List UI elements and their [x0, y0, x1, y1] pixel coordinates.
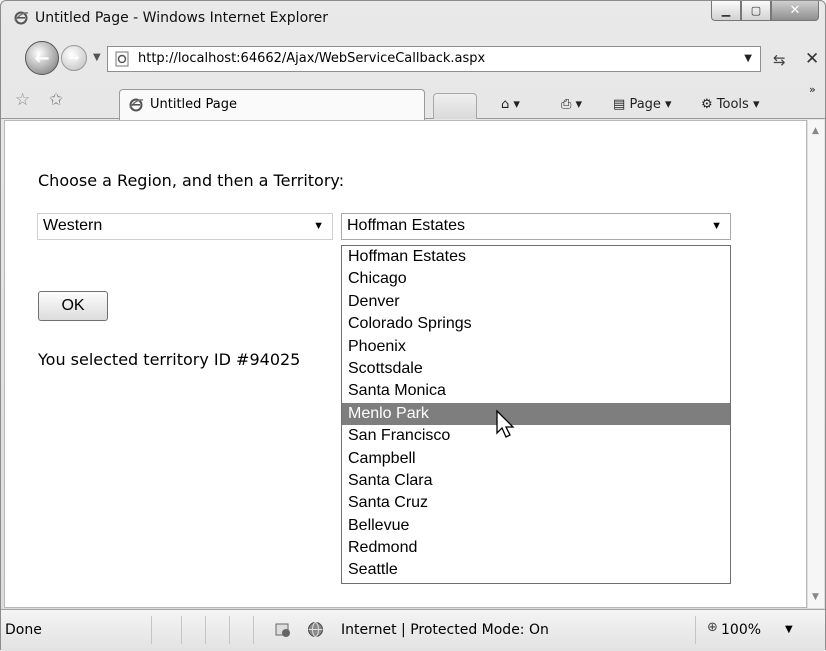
territory-option[interactable]: Hoffman Estates	[342, 246, 730, 268]
gear-icon: ⚙	[701, 97, 713, 112]
status-divider	[181, 616, 182, 644]
page-ie-icon	[115, 51, 129, 67]
tools-menu[interactable]: ⚙ Tools ▾	[701, 97, 760, 112]
scroll-down-icon[interactable]: ▼	[812, 592, 819, 602]
zoom-icon[interactable]: ⊕	[707, 620, 718, 635]
result-text: You selected territory ID #94025	[38, 350, 301, 369]
add-favorites-icon[interactable]: ✩	[49, 90, 63, 110]
territory-select-value: Hoffman Estates	[347, 217, 465, 234]
ok-button[interactable]: OK	[38, 291, 108, 321]
new-tab-button[interactable]	[433, 93, 477, 119]
chevron-down-icon: ▼	[711, 220, 722, 232]
territory-option[interactable]: Denver	[342, 291, 730, 313]
address-bar[interactable]: http://localhost:64662/Ajax/WebServiceCa…	[107, 46, 761, 72]
close-icon: ✕	[789, 3, 801, 18]
security-zone-text[interactable]: Internet | Protected Mode: On	[341, 622, 549, 638]
mouse-cursor-icon	[496, 409, 515, 438]
territory-option[interactable]: Campbell	[342, 448, 730, 470]
territory-option[interactable]: Menlo Park	[342, 402, 730, 426]
home-icon[interactable]: ⌂ ▾	[501, 97, 520, 112]
recent-pages-dropdown-icon[interactable]: ▼	[93, 52, 101, 63]
protected-mode-icon[interactable]	[275, 622, 291, 638]
page-content: Choose a Region, and then a Territory: W…	[4, 120, 807, 608]
tab-untitled-page[interactable]: Untitled Page	[119, 89, 425, 120]
page-menu-label: Page	[629, 97, 661, 112]
territory-option[interactable]: Phoenix	[342, 336, 730, 358]
maximize-icon: ▢	[750, 4, 762, 17]
scroll-up-icon[interactable]: ▲	[812, 126, 819, 136]
territory-option[interactable]: Scottsdale	[342, 358, 730, 380]
status-bar: Done Internet | Protected Mode: On ⊕ 100…	[1, 609, 825, 651]
territory-option[interactable]: San Francisco	[342, 425, 730, 447]
forward-button[interactable]: →	[61, 45, 87, 71]
territory-select[interactable]: Hoffman Estates ▼	[341, 213, 731, 240]
stop-icon[interactable]: ✕	[805, 49, 819, 69]
territory-option[interactable]: Santa Clara	[342, 470, 730, 492]
maximize-button[interactable]: ▢	[741, 1, 771, 21]
command-overflow-icon[interactable]: »	[809, 83, 816, 96]
page-heading: Choose a Region, and then a Territory:	[38, 171, 345, 190]
chevron-down-icon: ▼	[313, 220, 324, 232]
print-icon[interactable]: ⎙ ▾	[561, 97, 582, 112]
ie-tab-icon	[129, 98, 144, 112]
tab-bar: ☆ ✩ Untitled Page ⌂ ▾ ⎙ ▾ ▤ Page ▾ ⚙ Too…	[1, 79, 825, 120]
territory-option[interactable]: Seattle	[342, 559, 730, 581]
territory-option[interactable]: Bellevue	[342, 515, 730, 537]
tab-label: Untitled Page	[150, 97, 238, 112]
page-icon: ▤	[613, 97, 626, 112]
territory-option[interactable]: Chicago	[342, 268, 730, 290]
status-divider	[151, 616, 152, 644]
minimize-button[interactable]: ▁	[711, 1, 741, 21]
navigation-bar: ← → ▼ http://localhost:64662/Ajax/WebSer…	[1, 39, 825, 75]
status-divider	[229, 616, 230, 644]
region-select[interactable]: Western ▼	[37, 213, 333, 240]
tools-menu-label: Tools	[716, 97, 749, 112]
window-title: Untitled Page - Windows Internet Explore…	[35, 10, 328, 26]
title-bar: Untitled Page - Windows Internet Explore…	[1, 1, 825, 37]
status-divider	[253, 616, 254, 644]
page-menu[interactable]: ▤ Page ▾	[613, 97, 672, 112]
favorites-star-icon[interactable]: ☆	[15, 90, 30, 110]
status-text: Done	[5, 622, 42, 638]
ie-logo-icon	[14, 11, 29, 25]
region-select-value: Western	[43, 217, 103, 234]
address-dropdown-icon[interactable]: ▼	[744, 53, 752, 64]
refresh-icon[interactable]: ⇆	[773, 51, 786, 69]
minimize-icon: ▁	[721, 4, 731, 17]
back-arrow-icon: ←	[34, 47, 50, 69]
browser-window: Untitled Page - Windows Internet Explore…	[0, 0, 826, 651]
back-button[interactable]: ←	[25, 41, 59, 75]
status-divider	[205, 616, 206, 644]
forward-arrow-icon: →	[68, 50, 80, 66]
territory-dropdown-list[interactable]: Hoffman Estates Chicago Denver Colorado Spr…	[341, 245, 731, 584]
territory-option[interactable]: Redmond	[342, 537, 730, 559]
zoom-dropdown-icon[interactable]: ▼	[785, 624, 793, 635]
zoom-level[interactable]: 100%	[721, 622, 761, 638]
territory-option[interactable]: Colorado Springs	[342, 313, 730, 335]
internet-globe-icon	[308, 622, 323, 637]
territory-option[interactable]: Santa Monica	[342, 380, 730, 402]
address-url[interactable]: http://localhost:64662/Ajax/WebServiceCa…	[138, 51, 485, 66]
window-controls: ▁ ▢ ✕	[711, 1, 819, 23]
status-divider	[695, 616, 696, 644]
close-button[interactable]: ✕	[771, 1, 819, 21]
territory-option[interactable]: Santa Cruz	[342, 492, 730, 514]
vertical-scrollbar[interactable]: ▲ ▼	[807, 120, 824, 608]
